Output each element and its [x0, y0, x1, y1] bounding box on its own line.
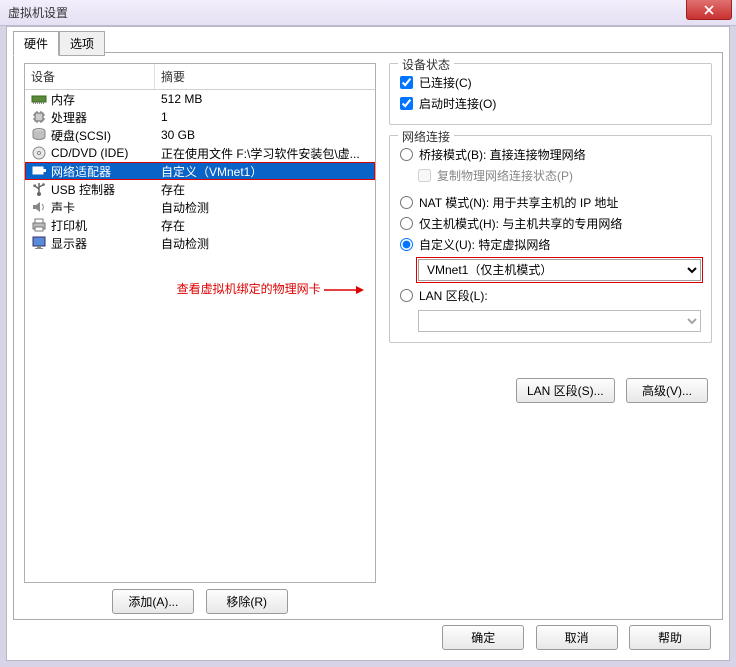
device-row-cddvd[interactable]: CD/DVD (IDE) 正在使用文件 F:\学习软件安装包\虚...	[25, 144, 375, 162]
device-summary: 自动检测	[157, 235, 373, 252]
lanseg-radio[interactable]	[400, 289, 413, 302]
device-row-sound[interactable]: 声卡 自动检测	[25, 198, 375, 216]
bridged-label: 桥接模式(B): 直接连接物理网络	[419, 146, 586, 163]
lanseg-label: LAN 区段(L):	[419, 287, 488, 304]
display-icon	[31, 235, 47, 251]
hdd-icon	[31, 127, 47, 143]
device-row-display[interactable]: 显示器 自动检测	[25, 234, 375, 252]
device-name: 声卡	[51, 199, 75, 216]
device-list: 设备 摘要 内存 512 MB 处理器 1 硬盘(SCSI) 30 GB CD/DVD (I…	[24, 63, 376, 583]
network-connection-group: 网络连接 桥接模式(B): 直接连接物理网络 复制物理网络连接状态(P) NAT…	[389, 135, 712, 343]
device-row-memory[interactable]: 内存 512 MB	[25, 90, 375, 108]
device-status-group: 设备状态 已连接(C) 启动时连接(O)	[389, 63, 712, 125]
connect-at-poweron-label: 启动时连接(O)	[419, 95, 496, 112]
help-button[interactable]: 帮助	[629, 625, 711, 650]
arrow-icon	[324, 284, 364, 296]
replicate-checkbox	[418, 169, 431, 182]
bridged-radio[interactable]	[400, 148, 413, 161]
left-panel: 设备 摘要 内存 512 MB 处理器 1 硬盘(SCSI) 30 GB CD/DVD (I…	[24, 63, 376, 609]
memory-icon	[31, 91, 47, 107]
device-name: CD/DVD (IDE)	[51, 146, 128, 160]
device-summary: 存在	[157, 181, 373, 198]
device-status-legend: 设备状态	[398, 56, 454, 73]
hostonly-radio[interactable]	[400, 217, 413, 230]
cddvd-icon	[31, 145, 47, 161]
lanseg-select	[418, 310, 701, 332]
device-name: USB 控制器	[51, 181, 115, 198]
close-button[interactable]	[686, 0, 732, 20]
nat-label: NAT 模式(N): 用于共享主机的 IP 地址	[419, 194, 618, 211]
sound-icon	[31, 199, 47, 215]
window-title: 虚拟机设置	[8, 4, 68, 21]
window-body: 硬件选项 设备 摘要 内存 512 MB 处理器 1 硬盘(SCSI) 30 GB CD/D…	[6, 26, 730, 661]
device-summary: 存在	[157, 217, 373, 234]
custom-network-select[interactable]: VMnet1（仅主机模式）	[418, 259, 701, 281]
network-extra-buttons: LAN 区段(S)... 高级(V)...	[512, 378, 712, 403]
device-summary: 1	[157, 110, 373, 124]
device-name: 网络适配器	[51, 163, 111, 180]
device-summary: 自动检测	[157, 199, 373, 216]
replicate-label: 复制物理网络连接状态(P)	[437, 167, 573, 184]
connected-checkbox[interactable]	[400, 76, 413, 89]
device-name: 内存	[51, 91, 75, 108]
tab-hardware[interactable]: 硬件	[13, 31, 59, 56]
network-connection-legend: 网络连接	[398, 128, 454, 145]
device-row-cpu[interactable]: 处理器 1	[25, 108, 375, 126]
device-name: 处理器	[51, 109, 87, 126]
lan-segments-button[interactable]: LAN 区段(S)...	[516, 378, 615, 403]
device-summary: 自定义（VMnet1）	[157, 163, 373, 180]
device-buttons: 添加(A)... 移除(R)	[24, 589, 376, 614]
right-panel: 设备状态 已连接(C) 启动时连接(O) 网络连接 桥接模式(B): 直接连接物…	[389, 63, 712, 609]
annotation: 查看虚拟机绑定的物理网卡	[74, 280, 374, 297]
add-button[interactable]: 添加(A)...	[112, 589, 194, 614]
cpu-icon	[31, 109, 47, 125]
device-row-netadpt[interactable]: 网络适配器 自定义（VMnet1）	[25, 162, 375, 180]
device-name: 打印机	[51, 217, 87, 234]
tab-bar: 硬件选项	[13, 31, 735, 53]
printer-icon	[31, 217, 47, 233]
usb-icon	[31, 181, 47, 197]
close-icon	[704, 5, 714, 15]
remove-button[interactable]: 移除(R)	[206, 589, 288, 614]
device-summary: 30 GB	[157, 128, 373, 142]
connect-at-poweron-checkbox[interactable]	[400, 97, 413, 110]
col-device[interactable]: 设备	[25, 64, 155, 89]
dialog-buttons: 确定 取消 帮助	[438, 625, 715, 650]
device-row-printer[interactable]: 打印机 存在	[25, 216, 375, 234]
custom-label: 自定义(U): 特定虚拟网络	[419, 236, 550, 253]
tab-content: 设备 摘要 内存 512 MB 处理器 1 硬盘(SCSI) 30 GB CD/DVD (I…	[13, 52, 723, 620]
device-name: 硬盘(SCSI)	[51, 127, 111, 144]
device-list-header: 设备 摘要	[25, 64, 375, 90]
hostonly-label: 仅主机模式(H): 与主机共享的专用网络	[419, 215, 622, 232]
connected-label: 已连接(C)	[419, 74, 472, 91]
col-summary[interactable]: 摘要	[155, 64, 375, 89]
cancel-button[interactable]: 取消	[536, 625, 618, 650]
tab-options[interactable]: 选项	[59, 31, 105, 56]
device-summary: 512 MB	[157, 92, 373, 106]
annotation-text: 查看虚拟机绑定的物理网卡	[177, 282, 321, 296]
ok-button[interactable]: 确定	[442, 625, 524, 650]
nat-radio[interactable]	[400, 196, 413, 209]
device-name: 显示器	[51, 235, 87, 252]
advanced-button[interactable]: 高级(V)...	[626, 378, 708, 403]
title-bar: 虚拟机设置	[0, 0, 736, 26]
device-row-usb[interactable]: USB 控制器 存在	[25, 180, 375, 198]
netadpt-icon	[31, 163, 47, 179]
device-row-hdd[interactable]: 硬盘(SCSI) 30 GB	[25, 126, 375, 144]
custom-radio[interactable]	[400, 238, 413, 251]
device-summary: 正在使用文件 F:\学习软件安装包\虚...	[157, 145, 373, 162]
